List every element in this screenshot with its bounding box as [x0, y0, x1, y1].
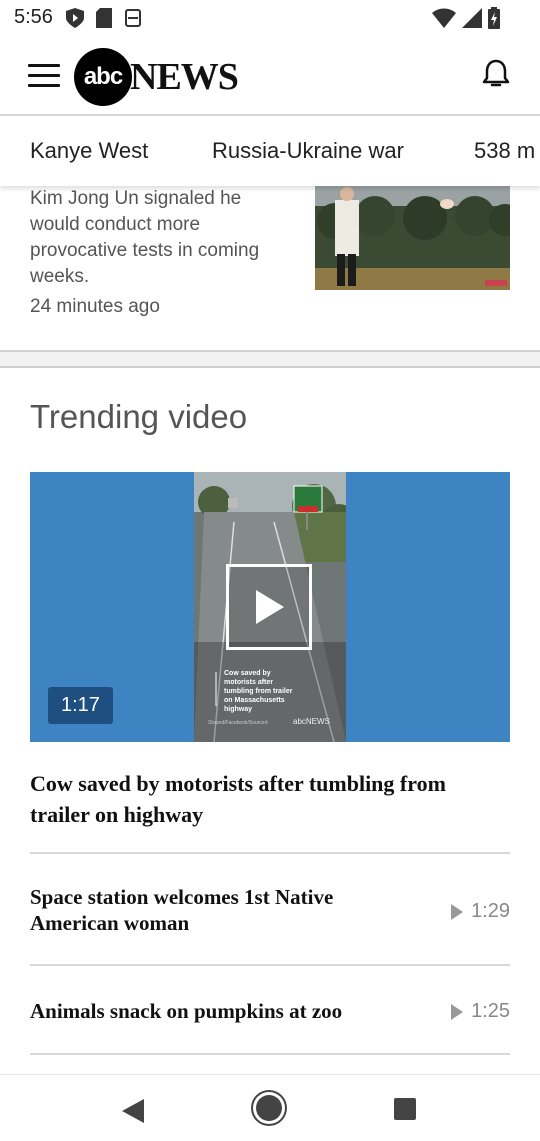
home-icon[interactable]: [256, 1095, 282, 1121]
video-frame-credit: Shared/Facebook/Sourced: [208, 720, 268, 726]
play-icon: [451, 1003, 464, 1020]
trending-video-title: Trending video: [30, 398, 248, 435]
list-divider: [30, 1053, 510, 1055]
wifi-icon: [432, 8, 456, 28]
signal-icon: [462, 8, 482, 28]
featured-video-headline[interactable]: Cow saved by motorists after tumbling fr…: [30, 768, 510, 830]
list-divider: [30, 852, 510, 854]
video-duration-badge: 1:17: [48, 687, 113, 724]
bell-icon[interactable]: [480, 58, 512, 90]
article-timestamp: 24 minutes ago: [30, 296, 160, 317]
video-item-duration: 1:29: [451, 900, 510, 923]
list-divider: [30, 964, 510, 966]
logo-abc-mark: abc: [74, 48, 132, 106]
topic-538[interactable]: 538 m: [474, 138, 535, 164]
play-icon: [256, 590, 284, 624]
hamburger-menu-icon[interactable]: [28, 64, 60, 88]
system-navigation-bar: [0, 1074, 540, 1141]
sd-card-icon: [96, 8, 112, 28]
status-bar: 5:56: [0, 0, 540, 36]
section-divider: [0, 350, 540, 368]
status-time: 5:56: [14, 6, 53, 28]
video-item-title: Space station welcomes 1st Native Americ…: [30, 885, 334, 935]
topic-kanye-west[interactable]: Kanye West: [30, 138, 148, 164]
abc-news-logo[interactable]: abc NEWS: [74, 48, 239, 106]
logo-news-text: NEWS: [130, 56, 239, 98]
topics-bar: Kanye West Russia-Ukraine war 538 m: [0, 116, 540, 186]
article-card[interactable]: Kim Jong Un signaled he would conduct mo…: [0, 186, 540, 350]
video-item-duration: 1:25: [451, 1000, 510, 1023]
back-icon[interactable]: [122, 1099, 144, 1123]
video-item-title: Animals snack on pumpkins at zoo: [30, 999, 343, 1023]
video-list-item[interactable]: Animals snack on pumpkins at zoo 1:25: [30, 998, 510, 1028]
play-button[interactable]: [226, 564, 312, 650]
sync-icon: [125, 9, 141, 27]
featured-video-player[interactable]: Cow saved by motorists after tumbling fr…: [30, 472, 510, 742]
article-thumbnail[interactable]: [315, 186, 510, 290]
battery-icon: [488, 7, 500, 29]
video-item-duration-text: 1:29: [471, 900, 510, 922]
recents-icon[interactable]: [394, 1098, 416, 1120]
video-item-duration-text: 1:25: [471, 1000, 510, 1022]
play-icon: [451, 903, 464, 920]
topic-russia-ukraine-war[interactable]: Russia-Ukraine war: [212, 138, 404, 164]
system-status-icons: [432, 7, 500, 29]
video-frame-watermark: abcNEWS: [293, 717, 330, 726]
shield-play-icon: [66, 8, 84, 28]
video-list-item[interactable]: Space station welcomes 1st Native Americ…: [30, 884, 510, 944]
article-summary: Kim Jong Un signaled he would conduct mo…: [30, 188, 260, 287]
app-bar: abc NEWS: [0, 36, 540, 116]
video-frame-caption: Cow saved by motorists after tumbling fr…: [224, 670, 293, 713]
notification-icons: [66, 8, 142, 28]
